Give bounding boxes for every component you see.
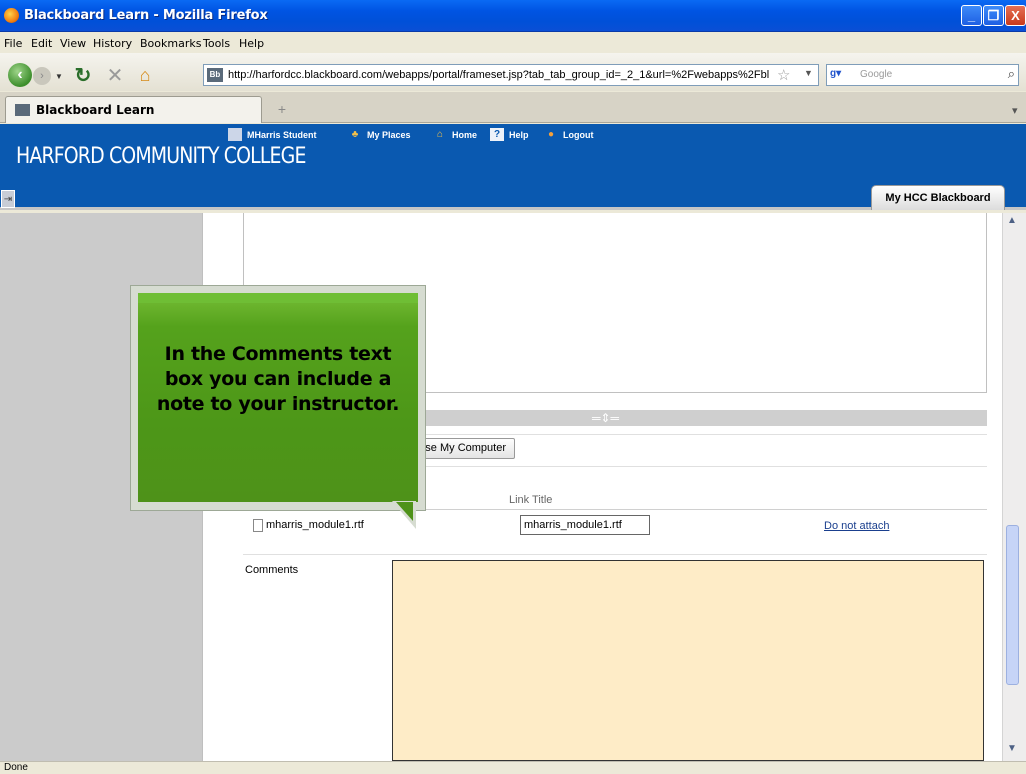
my-places-link[interactable]: ♣ My Places: [348, 128, 411, 141]
search-icon[interactable]: ⌕: [1008, 66, 1015, 82]
history-dropdown[interactable]: ▼: [54, 70, 64, 82]
tab-label: Blackboard Learn: [36, 103, 155, 117]
menu-tools[interactable]: Tools: [203, 37, 230, 50]
firefox-icon: [4, 8, 19, 23]
link-title-input[interactable]: [520, 515, 650, 535]
plus-icon: +: [277, 101, 287, 117]
forward-button[interactable]: ›: [33, 67, 51, 85]
reload-button[interactable]: ↻: [71, 63, 95, 87]
my-places-icon: ♣: [351, 129, 359, 140]
menu-help[interactable]: Help: [239, 37, 264, 50]
file-icon: [253, 519, 263, 532]
tab-blackboard-learn[interactable]: Blackboard Learn: [5, 96, 262, 123]
college-logo[interactable]: HARFORD COMMUNITY COLLEGE: [16, 144, 306, 169]
scroll-down-icon[interactable]: ▼: [1007, 743, 1017, 754]
menu-file[interactable]: File: [4, 37, 22, 50]
site-identity-icon[interactable]: Bb: [207, 68, 223, 82]
user-icon: [228, 128, 242, 141]
window-title: Blackboard Learn - Mozilla Firefox: [24, 8, 268, 23]
expand-icon: ⇥: [3, 194, 13, 205]
bookmark-star-icon[interactable]: ☆: [777, 66, 790, 84]
divider: [243, 554, 987, 555]
user-name: MHarris Student: [247, 129, 317, 140]
logout-label: Logout: [563, 129, 594, 140]
maximize-button[interactable]: ❐: [983, 5, 1004, 26]
user-profile-link[interactable]: MHarris Student: [228, 128, 317, 141]
my-places-label: My Places: [367, 129, 411, 140]
home-icon: ⌂: [139, 64, 151, 85]
callout-tail-fill: [396, 502, 413, 521]
home-icon: ⌂: [436, 129, 444, 140]
resize-grip-icon[interactable]: ═⇕═: [592, 411, 619, 425]
callout-text: In the Comments text box you can include…: [156, 343, 400, 415]
status-bar: Done: [0, 761, 1026, 774]
logout-icon: ●: [547, 129, 555, 140]
help-label: Help: [509, 129, 529, 140]
chevron-down-icon: ▼: [55, 71, 63, 81]
attached-file-name: mharris_module1.rtf: [266, 519, 364, 531]
tab-list-button[interactable]: ▾: [1012, 104, 1018, 117]
new-tab-button[interactable]: +: [268, 97, 296, 122]
logout-link[interactable]: ● Logout: [544, 128, 594, 141]
home-link[interactable]: ⌂ Home: [433, 128, 477, 141]
minimize-button[interactable]: _: [961, 5, 982, 26]
stop-button[interactable]: ✕: [104, 63, 126, 87]
address-bar[interactable]: Bb http://harfordcc.blackboard.com/webap…: [203, 64, 819, 86]
window-titlebar: Blackboard Learn - Mozilla Firefox: [0, 0, 1026, 32]
link-title-column-header: Link Title: [509, 494, 553, 506]
help-icon: ?: [490, 128, 504, 141]
blackboard-favicon: [15, 104, 30, 116]
help-link[interactable]: ? Help: [490, 128, 529, 141]
do-not-attach-link[interactable]: Do not attach: [824, 520, 889, 532]
menu-edit[interactable]: Edit: [31, 37, 52, 50]
forward-arrow-icon: ›: [40, 70, 44, 82]
close-window-button[interactable]: X: [1005, 5, 1026, 26]
status-text: Done: [4, 762, 28, 773]
stop-icon: ✕: [106, 64, 124, 87]
url-text[interactable]: http://harfordcc.blackboard.com/webapps/…: [228, 69, 778, 81]
tab-my-hcc-blackboard[interactable]: My HCC Blackboard: [871, 185, 1005, 210]
scrollbar-thumb[interactable]: [1006, 525, 1019, 685]
menu-bar: File Edit View History Bookmarks Tools H…: [0, 33, 1026, 53]
tool-panel-toggle[interactable]: ⇥: [1, 190, 15, 208]
back-button[interactable]: ‹: [8, 63, 32, 87]
menu-view[interactable]: View: [60, 37, 86, 50]
comments-textarea[interactable]: [392, 560, 984, 761]
comments-label: Comments: [245, 564, 299, 576]
home-button[interactable]: ⌂: [134, 63, 156, 87]
menu-bookmarks[interactable]: Bookmarks: [140, 37, 201, 50]
reload-icon: ↻: [74, 64, 92, 87]
url-dropdown-icon[interactable]: ▼: [804, 68, 813, 78]
home-label: Home: [452, 129, 478, 140]
menu-history[interactable]: History: [93, 37, 132, 50]
search-placeholder: Google: [860, 69, 893, 80]
back-arrow-icon: ‹: [17, 66, 23, 83]
window-edge: [1020, 213, 1026, 761]
scroll-up-icon[interactable]: ▲: [1007, 215, 1017, 226]
google-engine-icon[interactable]: g▾: [830, 68, 852, 82]
vertical-scrollbar[interactable]: ▲ ▼: [1002, 213, 1020, 761]
search-bar[interactable]: g▾ Google ⌕: [826, 64, 1019, 86]
